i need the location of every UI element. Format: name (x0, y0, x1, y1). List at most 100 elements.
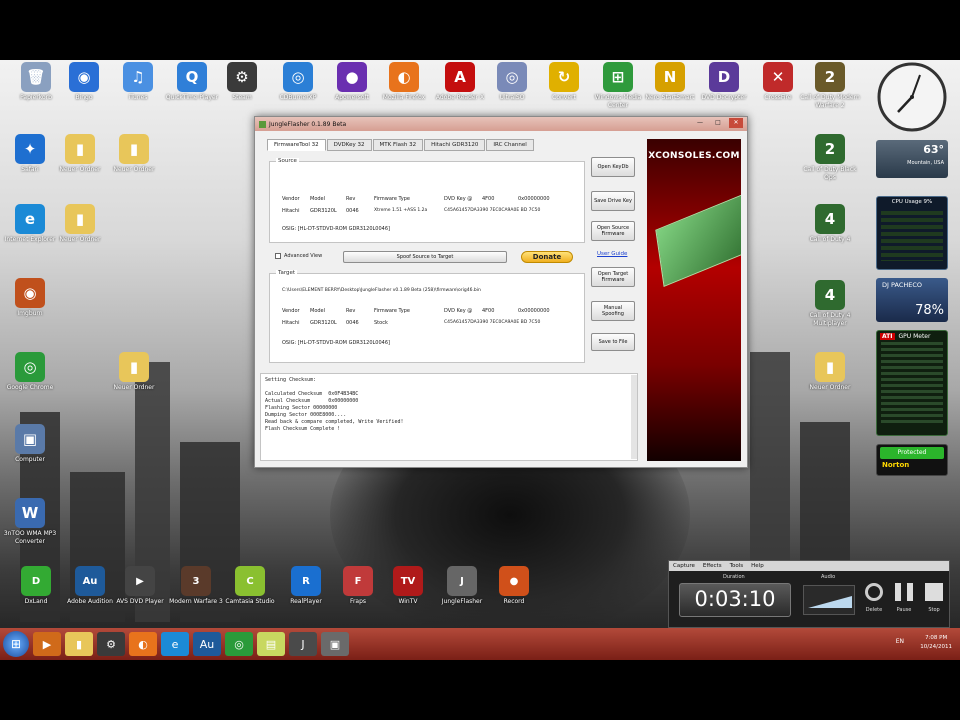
pause-button[interactable]: Pause (889, 607, 919, 613)
media-player-icon[interactable]: ▶ (33, 632, 61, 656)
jungle-icon[interactable]: J (289, 632, 317, 656)
desktop-icon[interactable]: ⊞ Windows Media Center (588, 62, 648, 110)
desktop-icon[interactable]: ◐ Mozilla Firefox (374, 62, 434, 102)
ie-icon[interactable]: e (161, 632, 189, 656)
delete-button[interactable]: Delete (859, 607, 889, 613)
game-icon: 2 (815, 62, 845, 92)
dock-icon-label: Modern Warfare 3 (169, 598, 223, 605)
tab-hitachi[interactable]: Hitachi GDR3120 (424, 139, 486, 151)
desktop-icon[interactable]: ✕ CrossFire (748, 62, 808, 102)
dock-icon[interactable]: 3 Modern Warfare 3 (166, 566, 226, 606)
desktop-icon-label: Mozilla Firefox (382, 94, 426, 101)
folder-icon[interactable]: ▮ (65, 632, 93, 656)
tab-firmwaretool[interactable]: FirmwareTool 32 (267, 139, 326, 151)
donate-button[interactable]: Donate (521, 251, 573, 263)
start-button[interactable]: ⊞ (3, 631, 29, 657)
dock-icon[interactable]: TV WinTV (378, 566, 438, 606)
desktop-icon[interactable]: D DVD Decrypter (694, 62, 754, 102)
dock-icon[interactable]: R RealPlayer (276, 566, 336, 606)
steam-icon[interactable]: ⚙ (97, 632, 125, 656)
menu-capture[interactable]: Capture (673, 563, 695, 569)
log-scrollbar[interactable] (631, 375, 637, 459)
desktop-icon[interactable]: A Adobe Reader X (430, 62, 490, 102)
desktop-icon[interactable]: ● Apowersoft (322, 62, 382, 102)
menu-tools[interactable]: Tools (730, 563, 744, 569)
stop-button[interactable]: Stop (919, 607, 949, 613)
maximize-button[interactable]: □ (711, 118, 725, 128)
desktop-icon[interactable]: ⚙ Steam (212, 62, 272, 102)
language-indicator[interactable]: EN (896, 638, 904, 645)
desktop-icon-label: Call of Duty 4 Multiplayer (809, 312, 851, 327)
menu-effects[interactable]: Effects (703, 563, 722, 569)
stop-icon[interactable] (925, 583, 943, 601)
desktop-icon[interactable]: ◎ UltraISO (482, 62, 542, 102)
desktop-icon[interactable]: ▮ Neuer Ordner (104, 352, 164, 392)
dock-icon[interactable]: J JungleFlasher (432, 566, 492, 606)
norton-gadget[interactable]: Protected Norton (876, 444, 948, 476)
title-bar[interactable]: JungleFlasher 0.1.89 Beta — □ ✕ (255, 117, 747, 131)
desktop-icon[interactable]: ◉ Imgburn (0, 278, 60, 318)
open-source-firmware-button[interactable]: Open Source Firmware (591, 221, 635, 241)
desktop-icon[interactable]: 2 Call of Duty Black Ops (800, 134, 860, 182)
desktop-icon[interactable]: 2 Call of Duty Modern Warfare 2 (800, 62, 860, 110)
desktop-icon-label: Computer (15, 456, 45, 463)
user-guide-link[interactable]: User Guide (597, 251, 627, 257)
firefox-icon[interactable]: ◐ (129, 632, 157, 656)
save-drive-key-button[interactable]: Save Drive Key (591, 191, 635, 211)
open-keydb-button[interactable]: Open KeyDb (591, 157, 635, 177)
col-offset: 0x00000000 (518, 196, 550, 202)
save-to-file-button[interactable]: Save to File (591, 333, 635, 351)
jungleflasher-window[interactable]: JungleFlasher 0.1.89 Beta — □ ✕ Firmware… (254, 116, 748, 468)
dock-icon[interactable]: C Camtasia Studio (220, 566, 280, 606)
app-icon[interactable]: ▣ (321, 632, 349, 656)
clock[interactable]: 7:08 PM 10/24/2011 (920, 634, 952, 652)
dock-icon[interactable]: D DxLand (6, 566, 66, 606)
desktop-icon[interactable]: ◎ CDBurnerXP (268, 62, 328, 102)
desktop-icon[interactable]: ▣ Computer (0, 424, 60, 464)
clock-date: 10/24/2011 (920, 644, 952, 650)
desktop-icon[interactable]: ▮ Neuer Ordner (50, 134, 110, 174)
open-target-firmware-button[interactable]: Open Target Firmware (591, 267, 635, 287)
dock-icon[interactable]: ● Record (484, 566, 544, 606)
notes-icon[interactable]: ▤ (257, 632, 285, 656)
chrome-icon[interactable]: ◎ (225, 632, 253, 656)
firefox-icon: ◐ (389, 62, 419, 92)
menu-help[interactable]: Help (751, 563, 764, 569)
ati-logo-icon: ATI (880, 333, 895, 340)
pause-icon[interactable] (895, 583, 913, 601)
game-icon: 4 (815, 280, 845, 310)
burn-icon: ◉ (15, 278, 45, 308)
dock-icon-label: JungleFlasher (441, 598, 483, 605)
close-button[interactable]: ✕ (729, 118, 743, 128)
log-output[interactable]: Setting Checksum: Calculated Checksum 0x0… (260, 373, 638, 461)
desktop-icon[interactable]: ♫ iTunes (108, 62, 168, 102)
desktop-icon[interactable]: ↻ Convert (534, 62, 594, 102)
recorder-menu: Capture Effects Tools Help (669, 561, 949, 571)
desktop-icon[interactable]: ◉ Bingo (54, 62, 114, 102)
minimize-button[interactable]: — (693, 118, 707, 128)
tab-dvdkey[interactable]: DVDKey 32 (326, 139, 372, 151)
desktop-icon[interactable]: W 3nTOO WMA MP3 Converter (0, 498, 60, 546)
recycle-bin-icon: 🗑 (21, 62, 51, 92)
desktop-icon[interactable]: 4 Call of Duty 4 Multiplayer (800, 280, 860, 328)
spoof-source-button[interactable]: Spoof Source to Target (343, 251, 507, 263)
tab-irc-channel[interactable]: IRC Channel (486, 139, 534, 151)
manual-spoofing-button[interactable]: Manual Spoofing (591, 301, 635, 321)
desktop-icon[interactable]: ◎ Google Chrome (0, 352, 60, 392)
delete-icon[interactable] (865, 583, 883, 601)
audition-icon[interactable]: Au (193, 632, 221, 656)
dock-icon[interactable]: ▶ AVS DVD Player (110, 566, 170, 606)
weather-gadget: 63° Mountain, USA (876, 140, 948, 178)
target-header-row: Vendor Model Rev Firmware Type DVD Key @… (282, 308, 550, 314)
audio-meter[interactable] (803, 585, 855, 615)
advanced-view-checkbox[interactable]: Advanced View (275, 253, 322, 259)
desktop-icon[interactable]: 4 Call of Duty 4 (800, 204, 860, 244)
desktop-icon[interactable]: N Nero StartSmart (640, 62, 700, 102)
desktop-icon[interactable]: ▮ Neuer Ordner (104, 134, 164, 174)
desktop-icon[interactable]: ▮ Neuer Ordner (800, 352, 860, 392)
desktop-icon[interactable]: ▮ Neuer Ordner (50, 204, 110, 244)
checkbox-box[interactable] (275, 253, 281, 259)
tab-mtk-flash[interactable]: MTK Flash 32 (372, 139, 424, 151)
game-icon: 2 (815, 134, 845, 164)
